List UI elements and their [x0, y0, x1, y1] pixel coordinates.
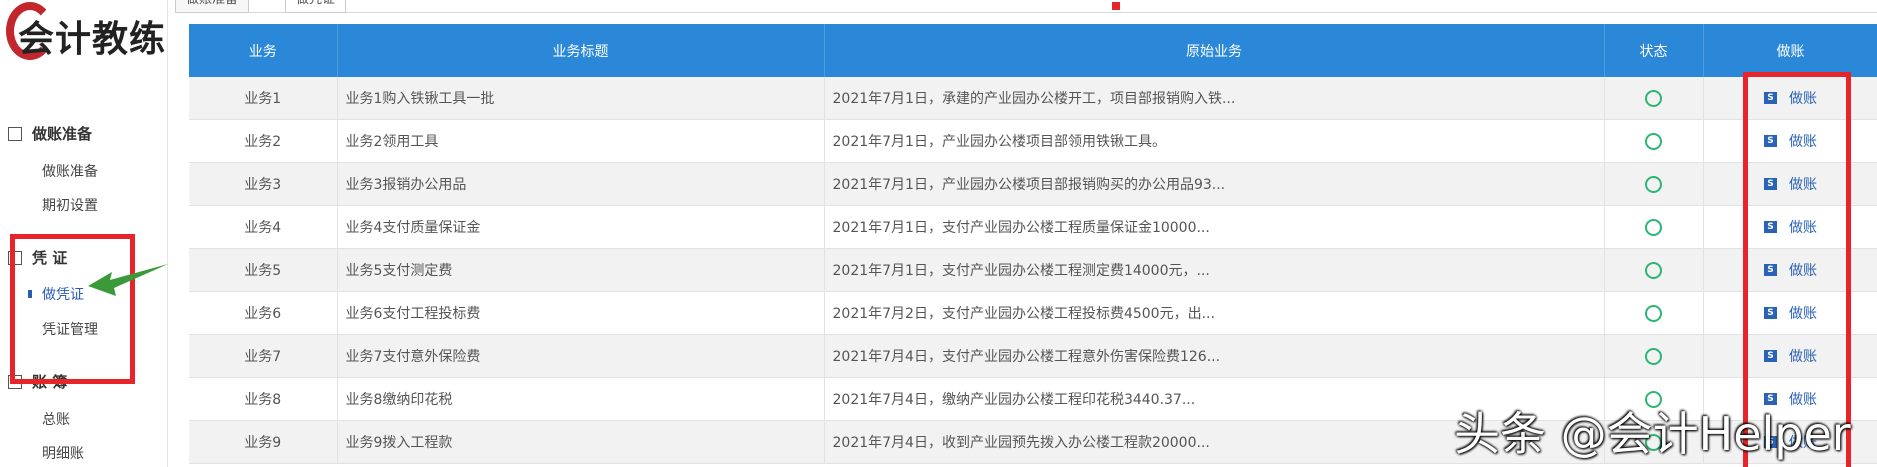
cell-title: 业务1购入铁锹工具一批 — [337, 77, 825, 120]
cell-id: 业务9 — [189, 420, 338, 464]
tab-prep[interactable]: 做账准备 — [175, 0, 250, 13]
watermark: 头条 @会计Helper — [1454, 407, 1851, 461]
table-row[interactable]: 业务2 业务2领用工具 2021年7月1日，产业园办公楼项目部领用铁锹工具。 S 做账 — [189, 119, 1877, 163]
cell-id: 业务2 — [189, 119, 338, 163]
table-row[interactable]: 业务3 业务3报销办公用品 2021年7月1日，产业园办公楼项目部报销购买的办公用品… — [189, 162, 1877, 206]
table-row[interactable]: 业务1 业务1购入铁锹工具一批 2021年7月1日，承建的产业园办公楼开工，项目部报… — [189, 77, 1877, 120]
cell-desc: 2021年7月1日，产业园办公楼项目部报销购买的办公用品93... — [824, 162, 1605, 206]
cell-desc: 2021年7月2日，支付产业园办公楼工程投标费4500元，出... — [824, 291, 1605, 335]
col-header-desc[interactable]: 原始业务 — [824, 24, 1605, 77]
cell-status — [1604, 119, 1704, 163]
logo-text: 会计教练 — [18, 18, 167, 60]
sidebar-item-opening[interactable]: 期初设置 — [42, 195, 98, 215]
cell-title: 业务6支付工程投标费 — [337, 291, 825, 335]
cell-id: 业务1 — [189, 77, 338, 120]
green-arrow-icon — [88, 264, 168, 296]
nav-group-label: 做账准备 — [32, 125, 93, 143]
status-circle-icon — [1645, 304, 1662, 322]
cell-desc: 2021年7月1日，支付产业园办公楼工程测定费14000元，... — [824, 248, 1605, 292]
sidebar-item-general-ledger[interactable]: 总账 — [42, 409, 70, 429]
col-header-action[interactable]: 做账 — [1703, 24, 1877, 77]
cell-status — [1604, 334, 1704, 378]
sidebar-item-prep[interactable]: 做账准备 — [42, 161, 98, 181]
cell-desc: 2021年7月1日，产业园办公楼项目部领用铁锹工具。 — [824, 119, 1605, 163]
status-circle-icon — [1645, 218, 1662, 236]
col-header-id[interactable]: 业务 — [189, 24, 338, 77]
table-row[interactable]: 业务7 业务7支付意外保险费 2021年7月4日，支付产业园办公楼工程意外伤害保险费… — [189, 334, 1877, 378]
cell-id: 业务6 — [189, 291, 338, 335]
status-circle-icon — [1645, 89, 1662, 107]
cell-title: 业务8缴纳印花税 — [337, 377, 825, 421]
cell-id: 业务5 — [189, 248, 338, 292]
highlight-box-sidebar — [10, 234, 135, 384]
cell-title: 业务4支付质量保证金 — [337, 205, 825, 249]
table-row[interactable]: 业务6 业务6支付工程投标费 2021年7月2日，支付产业园办公楼工程投标费4500… — [189, 291, 1877, 335]
cell-id: 业务4 — [189, 205, 338, 249]
table-row[interactable]: 业务5 业务5支付测定费 2021年7月1日，支付产业园办公楼工程测定费14000元… — [189, 248, 1877, 292]
cell-title: 业务2领用工具 — [337, 119, 825, 163]
cell-title: 业务3报销办公用品 — [337, 162, 825, 206]
cell-status — [1604, 162, 1704, 206]
cell-desc: 2021年7月1日，支付产业园办公楼工程质量保证金10000... — [824, 205, 1605, 249]
cell-status — [1604, 291, 1704, 335]
brand-logo: 会计教练 — [4, 2, 165, 64]
tab-strip: 做账准备 做凭证 — [175, 0, 1877, 13]
table-header-row: 业务 业务标题 原始业务 状态 做账 — [189, 24, 1877, 77]
cell-id: 业务8 — [189, 377, 338, 421]
status-circle-icon — [1645, 347, 1662, 365]
cell-id: 业务7 — [189, 334, 338, 378]
edit-icon — [8, 127, 22, 141]
table-row[interactable]: 业务4 业务4支付质量保证金 2021年7月1日，支付产业园办公楼工程质量保证金10… — [189, 205, 1877, 249]
cell-title: 业务7支付意外保险费 — [337, 334, 825, 378]
cell-desc: 2021年7月4日，支付产业园办公楼工程意外伤害保险费126... — [824, 334, 1605, 378]
cell-id: 业务3 — [189, 162, 338, 206]
sidebar-item-detail-ledger[interactable]: 明细账 — [42, 443, 84, 463]
status-circle-icon — [1645, 175, 1662, 193]
cell-title: 业务5支付测定费 — [337, 248, 825, 292]
tab-make-voucher[interactable]: 做凭证 — [285, 0, 347, 13]
cell-status — [1604, 205, 1704, 249]
col-header-title[interactable]: 业务标题 — [337, 24, 825, 77]
cell-desc: 2021年7月1日，承建的产业园办公楼开工，项目部报销购入铁... — [824, 77, 1605, 120]
cell-status — [1604, 248, 1704, 292]
red-marker — [1112, 2, 1120, 10]
status-circle-icon — [1645, 132, 1662, 150]
col-header-status[interactable]: 状态 — [1604, 24, 1704, 77]
nav-group-prep[interactable]: 做账准备 — [8, 123, 92, 144]
cell-title: 业务9拨入工程款 — [337, 420, 825, 464]
status-circle-icon — [1645, 261, 1662, 279]
cell-status — [1604, 77, 1704, 120]
